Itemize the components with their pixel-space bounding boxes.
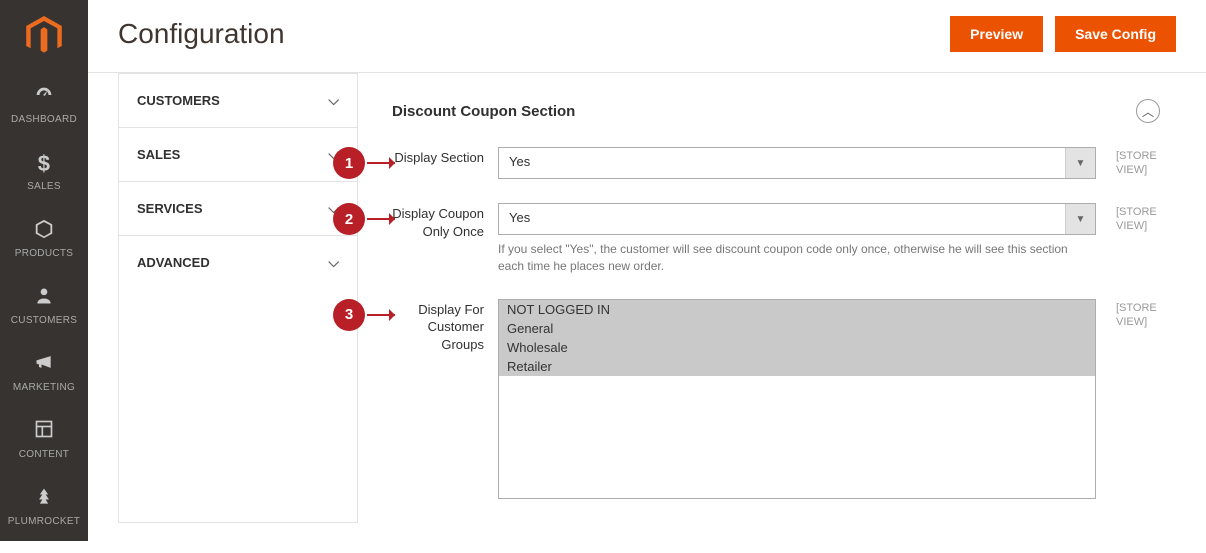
config-tabs: CUSTOMERS ⌵ SALES⌵SERVICES⌵ ADVANCED ⌵ xyxy=(118,73,358,523)
annotation-badge-2: 2 xyxy=(333,203,365,235)
customer-groups-multiselect[interactable]: NOT LOGGED INGeneralWholesaleRetailer xyxy=(498,299,1096,499)
nav-label: CONTENT xyxy=(19,449,69,460)
tab-label: SALES xyxy=(137,147,180,162)
preview-button[interactable]: Preview xyxy=(950,16,1043,52)
magento-logo-icon xyxy=(26,16,62,56)
nav-label: MARKETING xyxy=(13,382,75,393)
tab-label: ADVANCED xyxy=(137,255,210,270)
select-value: Yes xyxy=(499,148,1065,178)
multiselect-option[interactable]: Retailer xyxy=(499,357,1095,376)
main-content: Configuration Preview Save Config CUSTOM… xyxy=(88,0,1206,553)
multiselect-option[interactable]: Wholesale xyxy=(499,338,1095,357)
annotation-badge-3: 3 xyxy=(333,299,365,331)
display-coupon-once-select[interactable]: Yes ▼ xyxy=(498,203,1096,235)
select-value: Yes xyxy=(499,204,1065,234)
layout-icon xyxy=(4,419,84,443)
annotation-arrow-icon xyxy=(367,159,401,167)
field-display-section: 1 Display Section Yes ▼ [STORE VIEW] xyxy=(388,147,1176,179)
gauge-icon xyxy=(4,84,84,108)
field-display-coupon-once: 2 Display Coupon Only Once Yes ▼ If you … xyxy=(388,203,1176,275)
annotation-arrow-icon xyxy=(367,311,401,319)
multiselect-option[interactable]: General xyxy=(499,319,1095,338)
tab-services[interactable]: SERVICES⌵ xyxy=(119,181,357,235)
collapse-section-button[interactable]: ︿ xyxy=(1136,99,1160,123)
dropdown-arrow-icon: ▼ xyxy=(1065,148,1095,178)
header-actions: Preview Save Config xyxy=(950,16,1176,52)
tab-sales[interactable]: SALES⌵ xyxy=(119,127,357,181)
nav-item-customers[interactable]: CUSTOMERS xyxy=(0,273,88,340)
multiselect-option[interactable]: NOT LOGGED IN xyxy=(499,300,1095,319)
field-label: Display Coupon Only Once xyxy=(388,203,498,240)
display-section-select[interactable]: Yes ▼ xyxy=(498,147,1096,179)
magento-logo[interactable] xyxy=(0,0,88,72)
annotation-badge-1: 1 xyxy=(333,147,365,179)
page-title: Configuration xyxy=(118,18,285,50)
tab-label: SERVICES xyxy=(137,201,203,216)
nav-label: CUSTOMERS xyxy=(11,315,77,326)
nav-item-plumrocket[interactable]: PLUMROCKET xyxy=(0,474,88,541)
box-icon xyxy=(4,218,84,242)
content-wrap: CUSTOMERS ⌵ SALES⌵SERVICES⌵ ADVANCED ⌵ Disco… xyxy=(88,73,1206,553)
dropdown-arrow-icon: ▼ xyxy=(1065,204,1095,234)
field-label: Display For Customer Groups xyxy=(388,299,498,354)
save-config-button[interactable]: Save Config xyxy=(1055,16,1176,52)
nav-item-content[interactable]: CONTENT xyxy=(0,407,88,474)
chevron-down-icon: ⌵ xyxy=(328,92,339,109)
scope-label: [STORE VIEW] xyxy=(1096,147,1160,178)
annotation-arrow-icon xyxy=(367,215,401,223)
person-icon xyxy=(4,285,84,309)
nav-label: PLUMROCKET xyxy=(8,516,80,527)
chevron-down-icon: ⌵ xyxy=(328,254,339,271)
tab-advanced[interactable]: ADVANCED ⌵ xyxy=(119,235,357,289)
nav-label: PRODUCTS xyxy=(15,248,74,259)
scope-label: [STORE VIEW] xyxy=(1096,299,1160,330)
tab-customers[interactable]: CUSTOMERS ⌵ xyxy=(119,73,357,127)
page-header: Configuration Preview Save Config xyxy=(88,0,1206,73)
admin-sidebar: DASHBOARD $ SALES PRODUCTS CUSTOMERS MARKETIN… xyxy=(0,0,88,541)
field-hint: If you select "Yes", the customer will s… xyxy=(498,241,1096,275)
nav-item-marketing[interactable]: MARKETING xyxy=(0,340,88,407)
nav-label: DASHBOARD xyxy=(11,114,77,125)
nav-label: SALES xyxy=(27,181,61,192)
section-header-row: Discount Coupon Section ︿ xyxy=(388,91,1176,147)
field-label: Display Section xyxy=(388,147,498,167)
scope-label: [STORE VIEW] xyxy=(1096,203,1160,234)
config-fields: Discount Coupon Section ︿ 1 Display Sect… xyxy=(358,73,1176,523)
nav-item-dashboard[interactable]: DASHBOARD xyxy=(0,72,88,139)
nav-item-sales[interactable]: $ SALES xyxy=(0,139,88,206)
dollar-icon: $ xyxy=(4,151,84,175)
tree-icon xyxy=(4,486,84,510)
field-customer-groups: 3 Display For Customer Groups NOT LOGGED… xyxy=(388,299,1176,499)
tab-label: CUSTOMERS xyxy=(137,93,220,108)
nav-item-products[interactable]: PRODUCTS xyxy=(0,206,88,273)
chevron-up-icon: ︿ xyxy=(1142,103,1154,120)
megaphone-icon xyxy=(4,352,84,376)
section-title: Discount Coupon Section xyxy=(392,103,575,120)
